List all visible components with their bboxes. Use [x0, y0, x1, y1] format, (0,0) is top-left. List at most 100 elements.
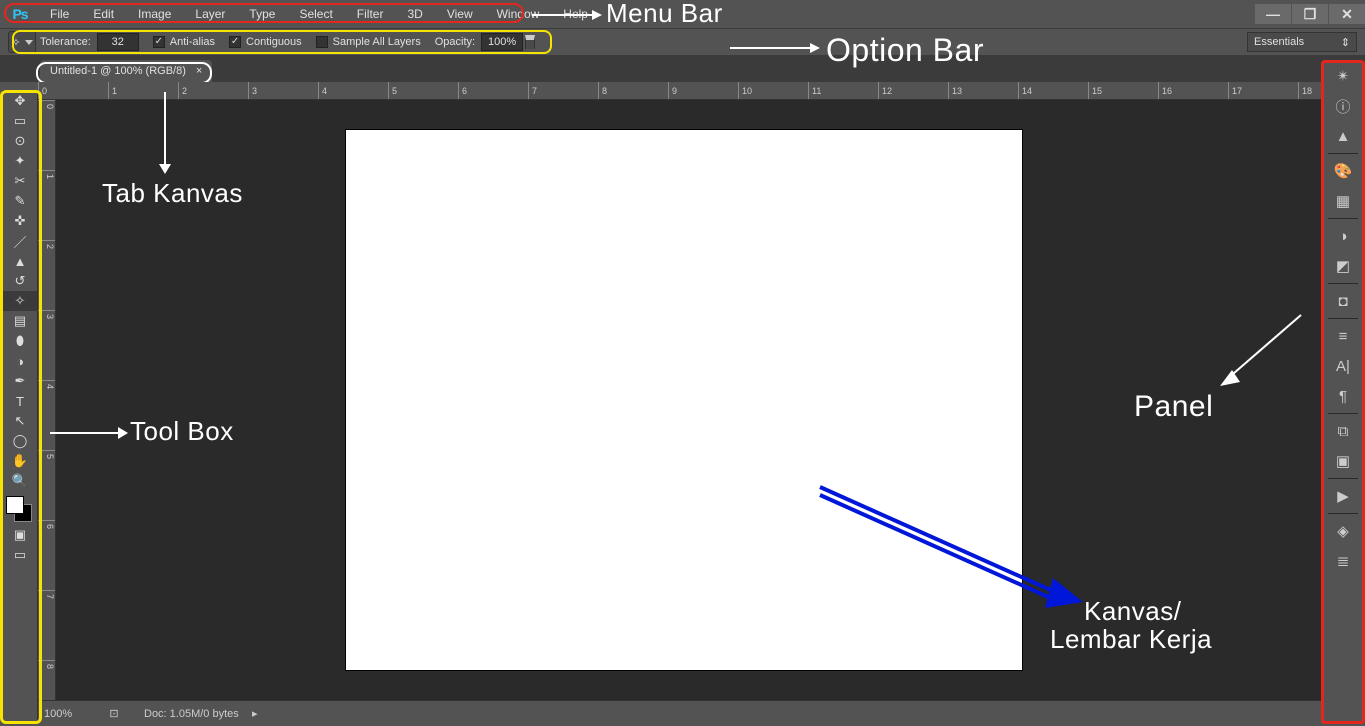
chevron-down-icon[interactable] — [525, 35, 535, 49]
menu-3d[interactable]: 3D — [395, 0, 434, 28]
gradient-tool[interactable]: ▤ — [3, 311, 37, 331]
history-brush-tool[interactable]: ↺ — [3, 271, 37, 291]
status-ruler-icon[interactable]: ⊡ — [104, 707, 124, 720]
document-tab[interactable]: Untitled-1 @ 100% (RGB/8) × — [40, 60, 212, 82]
clone-panel-icon[interactable]: ⧉ — [1324, 416, 1362, 446]
zoom-tool[interactable]: 🔍 — [3, 471, 37, 491]
dodge-tool[interactable]: ◑ — [3, 351, 37, 371]
ruler-tick: 14 — [1018, 82, 1088, 99]
antialias-checkbox[interactable] — [153, 36, 165, 48]
masks-panel-icon[interactable]: ◘ — [1324, 286, 1362, 316]
styles-panel-icon[interactable]: ◑ — [1324, 221, 1362, 251]
navigator2-panel-icon[interactable]: ▣ — [1324, 446, 1362, 476]
opacity-label: Opacity: — [435, 36, 475, 48]
brush-tool[interactable]: ／ — [3, 231, 37, 251]
color-panel-icon[interactable]: 🎨 — [1324, 156, 1362, 186]
contiguous-checkbox[interactable] — [229, 36, 241, 48]
adjustments-panel-icon[interactable]: ◩ — [1324, 251, 1362, 281]
vertical-ruler[interactable]: 012345678 — [38, 100, 56, 700]
shape-tool[interactable]: ◯ — [3, 431, 37, 451]
opacity-input[interactable] — [481, 33, 523, 51]
ruler-tick: 6 — [458, 82, 528, 99]
sample-all-layers-checkbox[interactable] — [316, 36, 328, 48]
panel-separator — [1328, 478, 1358, 479]
blur-tool[interactable]: ⬮ — [3, 331, 37, 351]
ruler-tick: 10 — [738, 82, 808, 99]
ruler-tick: 4 — [318, 82, 388, 99]
menu-edit[interactable]: Edit — [81, 0, 126, 28]
color-swatches[interactable] — [3, 495, 37, 525]
menu-window[interactable]: Window — [485, 0, 552, 28]
type-tool[interactable]: T — [3, 391, 37, 411]
menu-filter[interactable]: Filter — [345, 0, 396, 28]
panel-separator — [1328, 153, 1358, 154]
info-panel-icon[interactable]: ⓘ — [1324, 91, 1362, 121]
navigator-panel-icon[interactable]: ✴ — [1324, 61, 1362, 91]
animation-panel-icon[interactable]: ▶ — [1324, 481, 1362, 511]
chevron-updown-icon: ⇕ — [1341, 36, 1350, 49]
fg-color-swatch[interactable] — [6, 496, 24, 514]
ruler-tick: 8 — [38, 660, 55, 700]
menu-file[interactable]: File — [38, 0, 81, 28]
ruler-tick: 2 — [178, 82, 248, 99]
menu-layer[interactable]: Layer — [183, 0, 237, 28]
quick-mask-icon[interactable]: ▣ — [3, 525, 37, 545]
document-tab-title: Untitled-1 @ 100% (RGB/8) — [50, 65, 186, 77]
channels-panel-icon[interactable]: ≣ — [1324, 546, 1362, 576]
menu-select[interactable]: Select — [287, 0, 344, 28]
ruler-tick: 11 — [808, 82, 878, 99]
histogram-panel-icon[interactable]: ▲ — [1324, 121, 1362, 151]
menu-view[interactable]: View — [435, 0, 485, 28]
ruler-tick: 12 — [878, 82, 948, 99]
menu-items: File Edit Image Layer Type Select Filter… — [38, 0, 600, 28]
panel-separator — [1328, 318, 1358, 319]
tolerance-label: Tolerance: — [40, 36, 91, 48]
healing-tool[interactable]: ✜ — [3, 211, 37, 231]
stamp-tool[interactable]: ▲ — [3, 251, 37, 271]
option-bar: ✧ Tolerance: Anti-alias Contiguous Sampl… — [0, 28, 1365, 56]
ruler-tick: 15 — [1088, 82, 1158, 99]
layers-panel-icon[interactable]: ◈ — [1324, 516, 1362, 546]
active-tool-icon[interactable]: ✧ — [8, 31, 36, 53]
maximize-button[interactable]: ❐ — [1292, 4, 1328, 24]
marquee-tool[interactable]: ▭ — [3, 111, 37, 131]
ruler-tick: 5 — [38, 450, 55, 520]
paragraph-panel-icon[interactable]: ¶ — [1324, 381, 1362, 411]
close-button[interactable]: ✕ — [1329, 4, 1365, 24]
chevron-down-icon — [25, 40, 33, 45]
status-zoom[interactable]: 100% — [44, 708, 104, 720]
ruler-tick: 17 — [1228, 82, 1298, 99]
ruler-tick: 1 — [38, 170, 55, 240]
tab-close-icon[interactable]: × — [196, 65, 202, 77]
menu-bar: Ps File Edit Image Layer Type Select Fil… — [0, 0, 1365, 28]
lasso-tool[interactable]: ⊙ — [3, 131, 37, 151]
right-panel-dock: ✴ⓘ▲ 🎨▦ ◑◩ ◘ ≡A|¶ ⧉▣ ▶ ◈≣ — [1323, 60, 1363, 722]
menu-help[interactable]: Help — [551, 0, 600, 28]
screen-mode-icon[interactable]: ▭ — [3, 545, 37, 565]
tolerance-input[interactable] — [97, 33, 139, 51]
app-logo-icon: Ps — [6, 4, 34, 24]
status-dropdown-icon[interactable]: ▸ — [245, 707, 265, 720]
ruler-tick: 16 — [1158, 82, 1228, 99]
horizontal-ruler[interactable]: 0123456789101112131415161718192021222324 — [38, 82, 1321, 100]
swatches-panel-icon[interactable]: ▦ — [1324, 186, 1362, 216]
hand-tool[interactable]: ✋ — [3, 451, 37, 471]
crop-tool[interactable]: ✂ — [3, 171, 37, 191]
ruler-tick: 4 — [38, 380, 55, 450]
menu-image[interactable]: Image — [126, 0, 183, 28]
move-tool[interactable]: ✥ — [3, 91, 37, 111]
quick-select-tool[interactable]: ✦ — [3, 151, 37, 171]
minimize-button[interactable]: — — [1255, 4, 1291, 24]
canvas[interactable] — [346, 130, 1022, 670]
menu-type[interactable]: Type — [237, 0, 287, 28]
workspace-selector[interactable]: Essentials ⇕ — [1247, 32, 1357, 52]
magic-wand-tool[interactable]: ✧ — [3, 291, 37, 311]
path-select-tool[interactable]: ↖ — [3, 411, 37, 431]
character-panel-icon[interactable]: A| — [1324, 351, 1362, 381]
brush-panel-icon[interactable]: ≡ — [1324, 321, 1362, 351]
ruler-tick: 8 — [598, 82, 668, 99]
eyedropper-tool[interactable]: ✎ — [3, 191, 37, 211]
canvas-viewport[interactable] — [56, 100, 1321, 700]
pen-tool[interactable]: ✒ — [3, 371, 37, 391]
tool-box: ✥▭⊙✦✂✎✜／▲↺✧▤⬮◑✒T↖◯✋🔍▣▭ — [2, 90, 38, 722]
